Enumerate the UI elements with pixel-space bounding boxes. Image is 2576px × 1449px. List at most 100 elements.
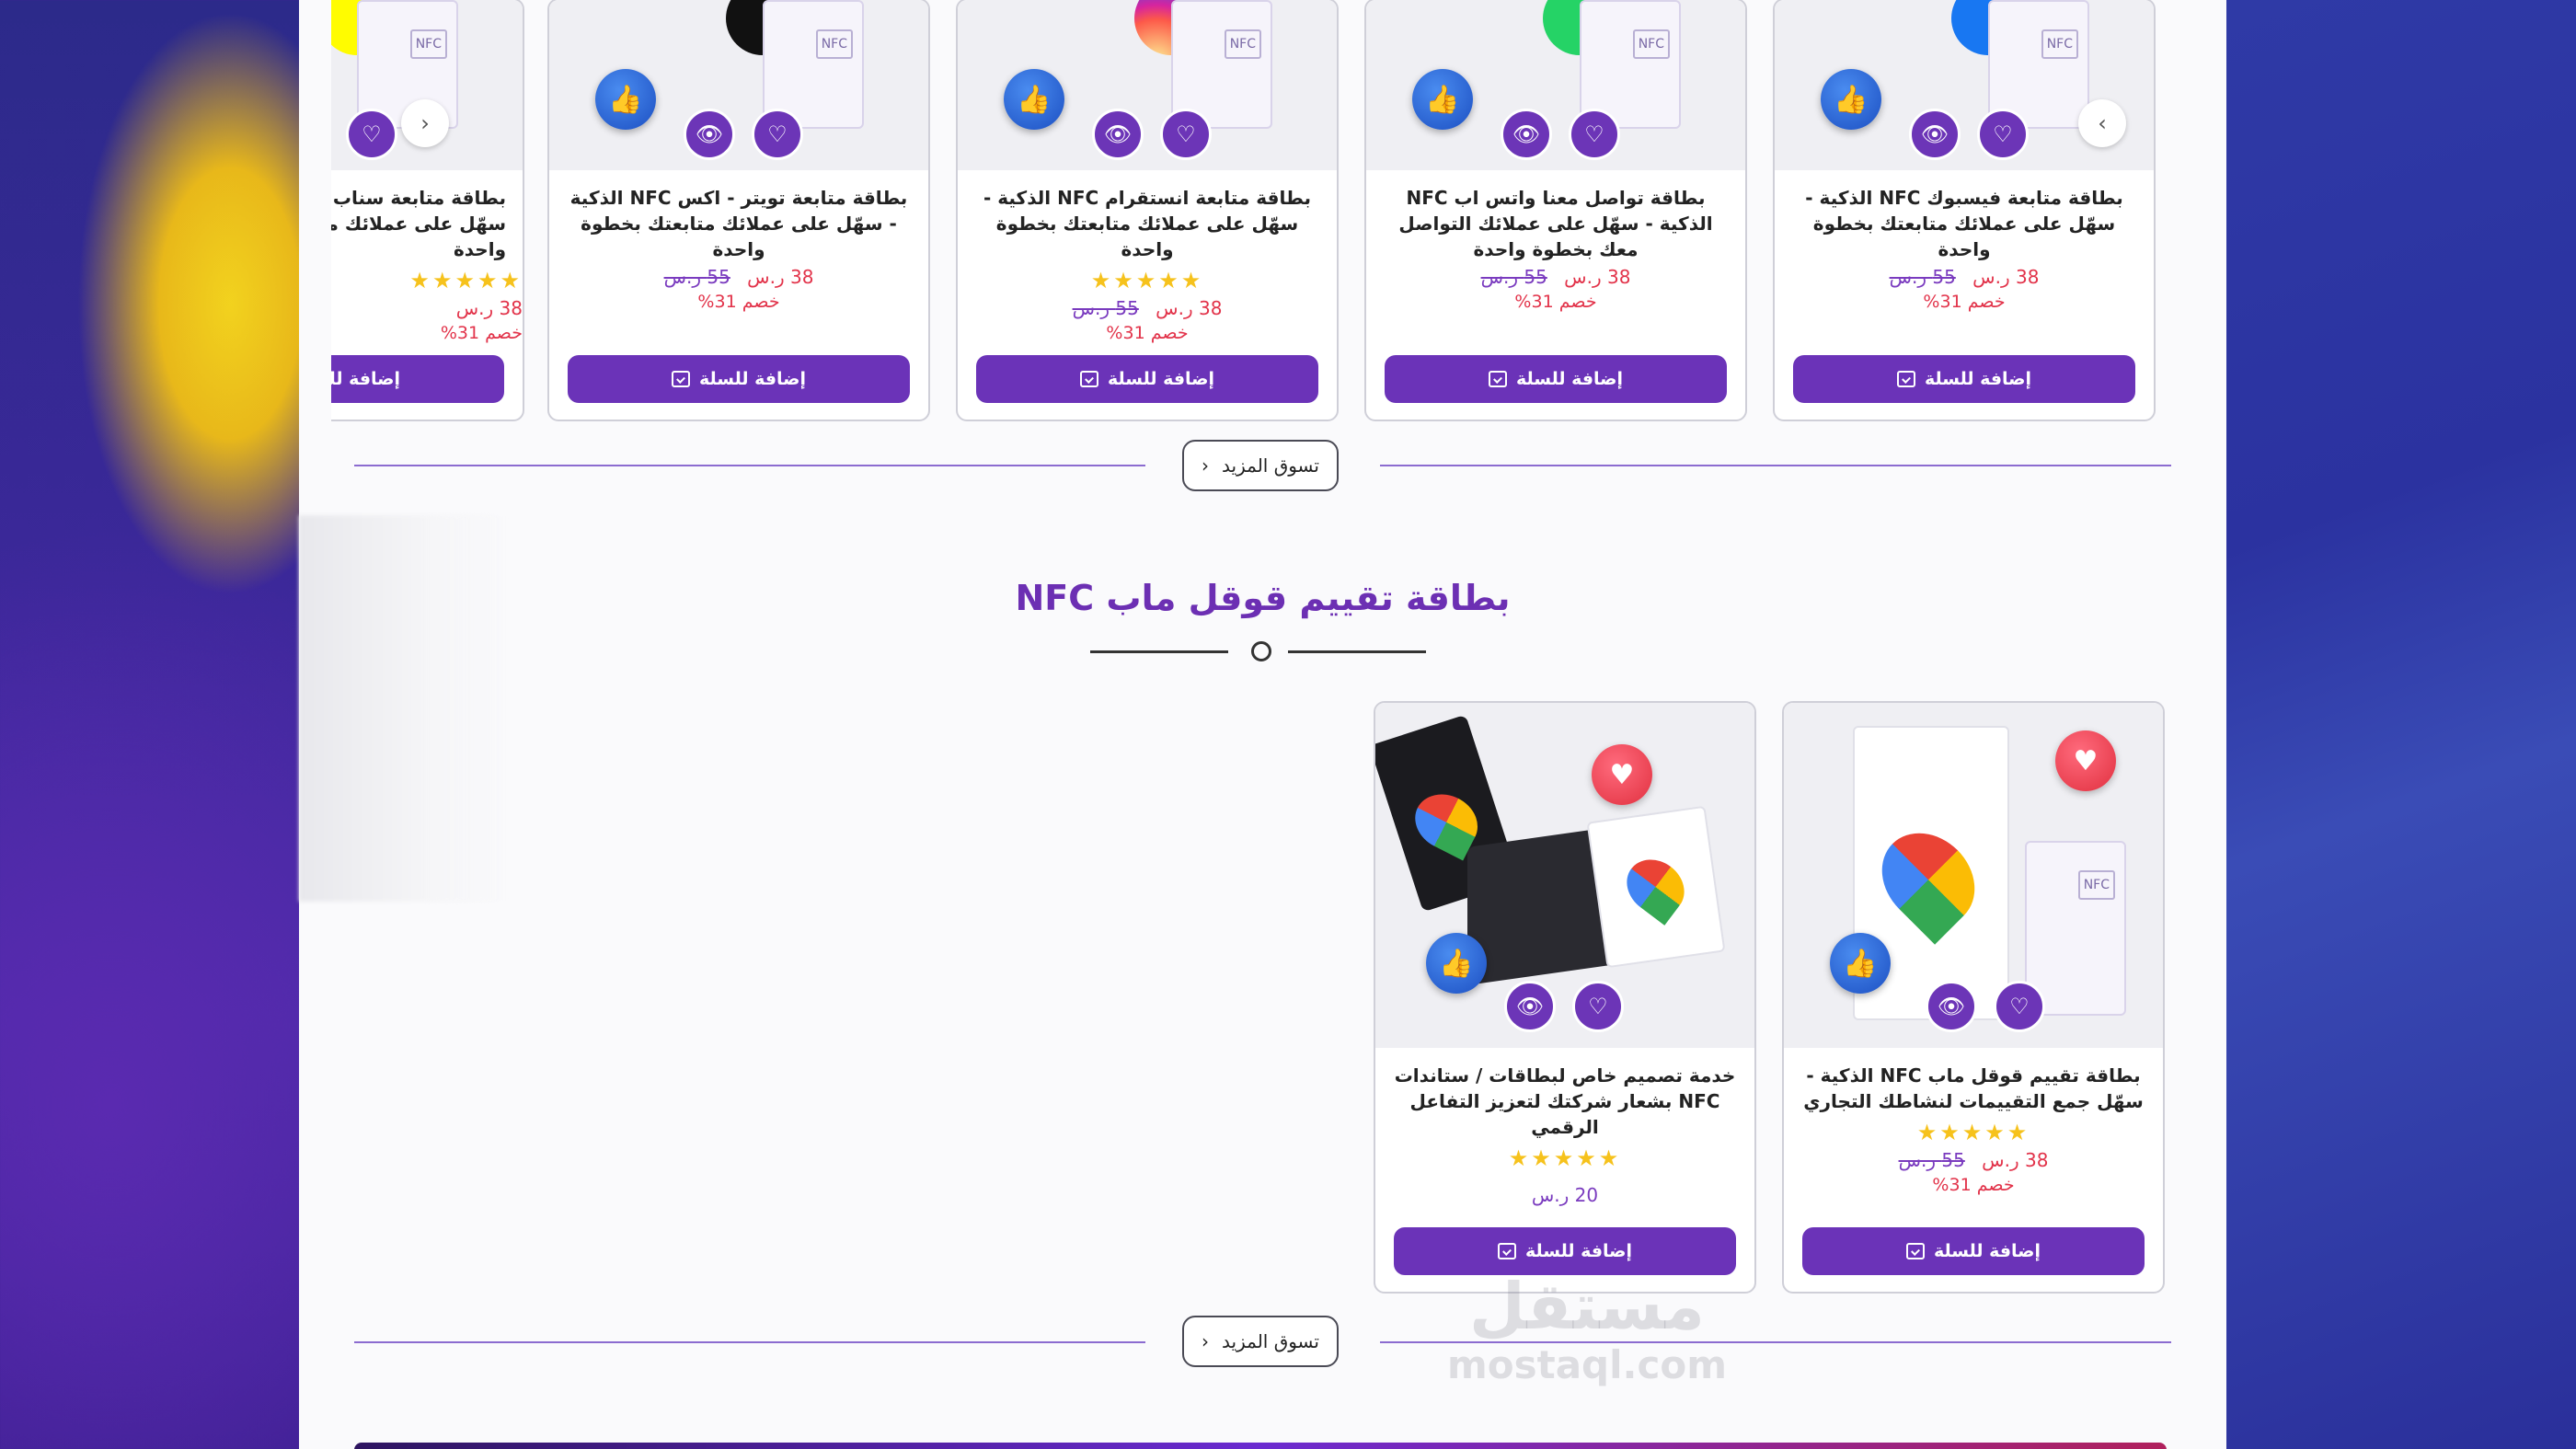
price-new: 38 ر.س (1972, 266, 2040, 288)
cart-icon (671, 371, 690, 387)
title-ornament-line (1288, 650, 1426, 653)
product-card-instagram[interactable]: 👍 ♡ 👁 بطاقة متابعة انستقرام NFC الذكية -… (956, 0, 1339, 421)
wishlist-button[interactable]: ♡ (1572, 981, 1624, 1032)
add-to-cart-button[interactable]: إضافة للسلة (976, 355, 1318, 403)
cart-icon (1905, 1243, 1925, 1259)
add-to-cart-label: إضافة للسلة (698, 369, 807, 389)
divider-line (1380, 465, 2171, 466)
quick-view-button[interactable]: 👁 (684, 109, 735, 160)
wishlist-button[interactable]: ♡ (346, 109, 397, 160)
product-price: 20 ر.س (1375, 1184, 1754, 1206)
nfc-card-graphic (2025, 841, 2126, 1016)
wishlist-button[interactable]: ♡ (1569, 109, 1620, 160)
add-to-cart-label: إضافة للسلة (1515, 369, 1624, 389)
product-price: 38 ر.س (331, 297, 523, 319)
discount-badge: خصم 31% (1106, 323, 1189, 343)
wishlist-button[interactable]: ♡ (1994, 981, 2045, 1032)
product-price: 38 ر.س 55 ر.س (1775, 266, 2154, 288)
rating-stars: ★★★★★ (1090, 268, 1204, 293)
product-image: 👍 (1366, 0, 1745, 170)
product-card-whatsapp[interactable]: 👍 ♡ 👁 بطاقة تواصل معنا واتس اب NFC الذكي… (1364, 0, 1747, 421)
add-to-cart-button[interactable]: إضافة للسلة (568, 355, 910, 403)
rating-stars: ★★★★★ (409, 268, 523, 293)
product-card-snapchat[interactable]: ♡ ‹ بطاقة متابعة سناب NFC الذكية - سهّل … (331, 0, 524, 421)
price-new: 38 ر.س (455, 297, 523, 319)
decorative-brush (299, 515, 511, 902)
divider-line (354, 1341, 1145, 1343)
carousel-prev-button[interactable]: ‹ (401, 99, 449, 147)
watermark-logo-text: مستقل (1468, 1269, 1705, 1344)
price-new: 38 ر.س (747, 266, 814, 288)
discount-badge: خصم 31% (1932, 1175, 2015, 1195)
quick-view-button[interactable]: 👁 (1909, 109, 1961, 160)
heart-icon: ♥ (2055, 730, 2116, 791)
rating-stars: ★★★★★ (1508, 1145, 1622, 1171)
discount-badge: خصم 31% (697, 292, 780, 312)
product-title[interactable]: بطاقة متابعة انستقرام NFC الذكية - سهّل … (974, 185, 1320, 262)
wishlist-button[interactable]: ♡ (1160, 109, 1212, 160)
title-ornament-line (1090, 650, 1228, 653)
rating-stars: ★★★★★ (1916, 1120, 2030, 1145)
discount-badge: خصم 31% (440, 323, 523, 343)
shop-more-label: تسوق المزيد (1222, 454, 1319, 477)
price-old: 55 ر.س (1480, 266, 1547, 288)
price-old: 55 ر.س (1889, 266, 1956, 288)
product-price: 38 ر.س 55 ر.س (1784, 1149, 2163, 1171)
thumbs-up-icon: 👍 (1412, 69, 1473, 130)
cart-icon (1079, 371, 1098, 387)
shop-more-button[interactable]: تسوق المزيد ‹ (1182, 1316, 1339, 1367)
shop-more-button[interactable]: تسوق المزيد ‹ (1182, 440, 1339, 491)
background-right-panel (2226, 0, 2576, 1449)
thumbs-up-icon: 👍 (1426, 933, 1487, 994)
discount-badge: خصم 31% (1514, 292, 1597, 312)
price-old: 55 ر.س (1898, 1149, 1965, 1171)
product-title[interactable]: بطاقة متابعة تويتر - اكس NFC الذكية - سه… (566, 185, 912, 262)
product-price: 38 ر.س 55 ر.س (958, 297, 1337, 319)
divider-line (354, 465, 1145, 466)
carousel-clip: ♡ ‹ بطاقة متابعة سناب NFC الذكية - سهّل … (331, 0, 524, 423)
chevron-icon: ‹ (1202, 1330, 1210, 1352)
product-card-google-review[interactable]: ♥ 👍 ♡ 👁 بطاقة تقييم قوقل ماب NFC الذكية … (1782, 701, 2165, 1294)
carousel-next-button[interactable]: › (2078, 99, 2126, 147)
product-image: ♥ 👍 (1375, 703, 1754, 1048)
thumbs-up-icon: 👍 (595, 69, 656, 130)
product-price: 38 ر.س 55 ر.س (1366, 266, 1745, 288)
cart-icon (1896, 371, 1915, 387)
add-to-cart-button[interactable]: إضافة للسلة (331, 355, 504, 403)
quick-view-button[interactable]: 👁 (1504, 981, 1556, 1032)
google-maps-pin-icon (1616, 848, 1696, 926)
quick-view-button[interactable]: 👁 (1092, 109, 1144, 160)
thumbs-up-icon: 👍 (1830, 933, 1891, 994)
price: 20 ر.س (1531, 1184, 1599, 1206)
price-old: 55 ر.س (663, 266, 730, 288)
product-image: 👍 › (1775, 0, 2154, 170)
product-card-twitter-x[interactable]: 👍 ♡ 👁 بطاقة متابعة تويتر - اكس NFC الذكي… (547, 0, 930, 421)
wishlist-button[interactable]: ♡ (752, 109, 803, 160)
product-title[interactable]: بطاقة تقييم قوقل ماب NFC الذكية - سهّل ج… (1800, 1063, 2146, 1114)
thumbs-up-icon: 👍 (1004, 69, 1064, 130)
price-new: 38 ر.س (1156, 297, 1223, 319)
quick-view-button[interactable]: 👁 (1926, 981, 1977, 1032)
wishlist-button[interactable]: ♡ (1977, 109, 2029, 160)
product-title[interactable]: بطاقة متابعة فيسبوك NFC الذكية - سهّل عل… (1791, 185, 2137, 262)
price-new: 38 ر.س (1564, 266, 1631, 288)
add-to-cart-button[interactable]: إضافة للسلة (1793, 355, 2135, 403)
quick-view-button[interactable]: 👁 (1501, 109, 1552, 160)
product-price: 38 ر.س 55 ر.س (549, 266, 928, 288)
product-title[interactable]: بطاقة تواصل معنا واتس اب NFC الذكية - سه… (1383, 185, 1729, 262)
product-title[interactable]: بطاقة متابعة سناب NFC الذكية - سهّل على … (331, 185, 506, 262)
add-to-cart-label: إضافة للسلة (1933, 1241, 2041, 1261)
cart-icon (1497, 1243, 1516, 1259)
shop-more-label: تسوق المزيد (1222, 1330, 1319, 1352)
watermark: مستقل mostaql.com (1431, 1270, 1743, 1387)
product-title[interactable]: خدمة تصميم خاص لبطاقات / ستاندات NFC بشع… (1392, 1063, 1738, 1140)
add-to-cart-label: إضافة للسلة (1924, 369, 2032, 389)
thumbs-up-icon: 👍 (1821, 69, 1881, 130)
bottom-banner (354, 1443, 2167, 1449)
add-to-cart-button[interactable]: إضافة للسلة (1802, 1227, 2145, 1275)
add-to-cart-button[interactable]: إضافة للسلة (1385, 355, 1727, 403)
section-title: بطاقة تقييم قوقل ماب NFC (1015, 578, 1511, 618)
price-old: 55 ر.س (1072, 297, 1139, 319)
product-card-custom-design[interactable]: ♥ 👍 ♡ 👁 خدمة تصميم خاص لبطاقات / ستاندات… (1374, 701, 1756, 1294)
product-card-facebook[interactable]: 👍 › ♡ 👁 بطاقة متابعة فيسبوك NFC الذكية -… (1773, 0, 2156, 421)
